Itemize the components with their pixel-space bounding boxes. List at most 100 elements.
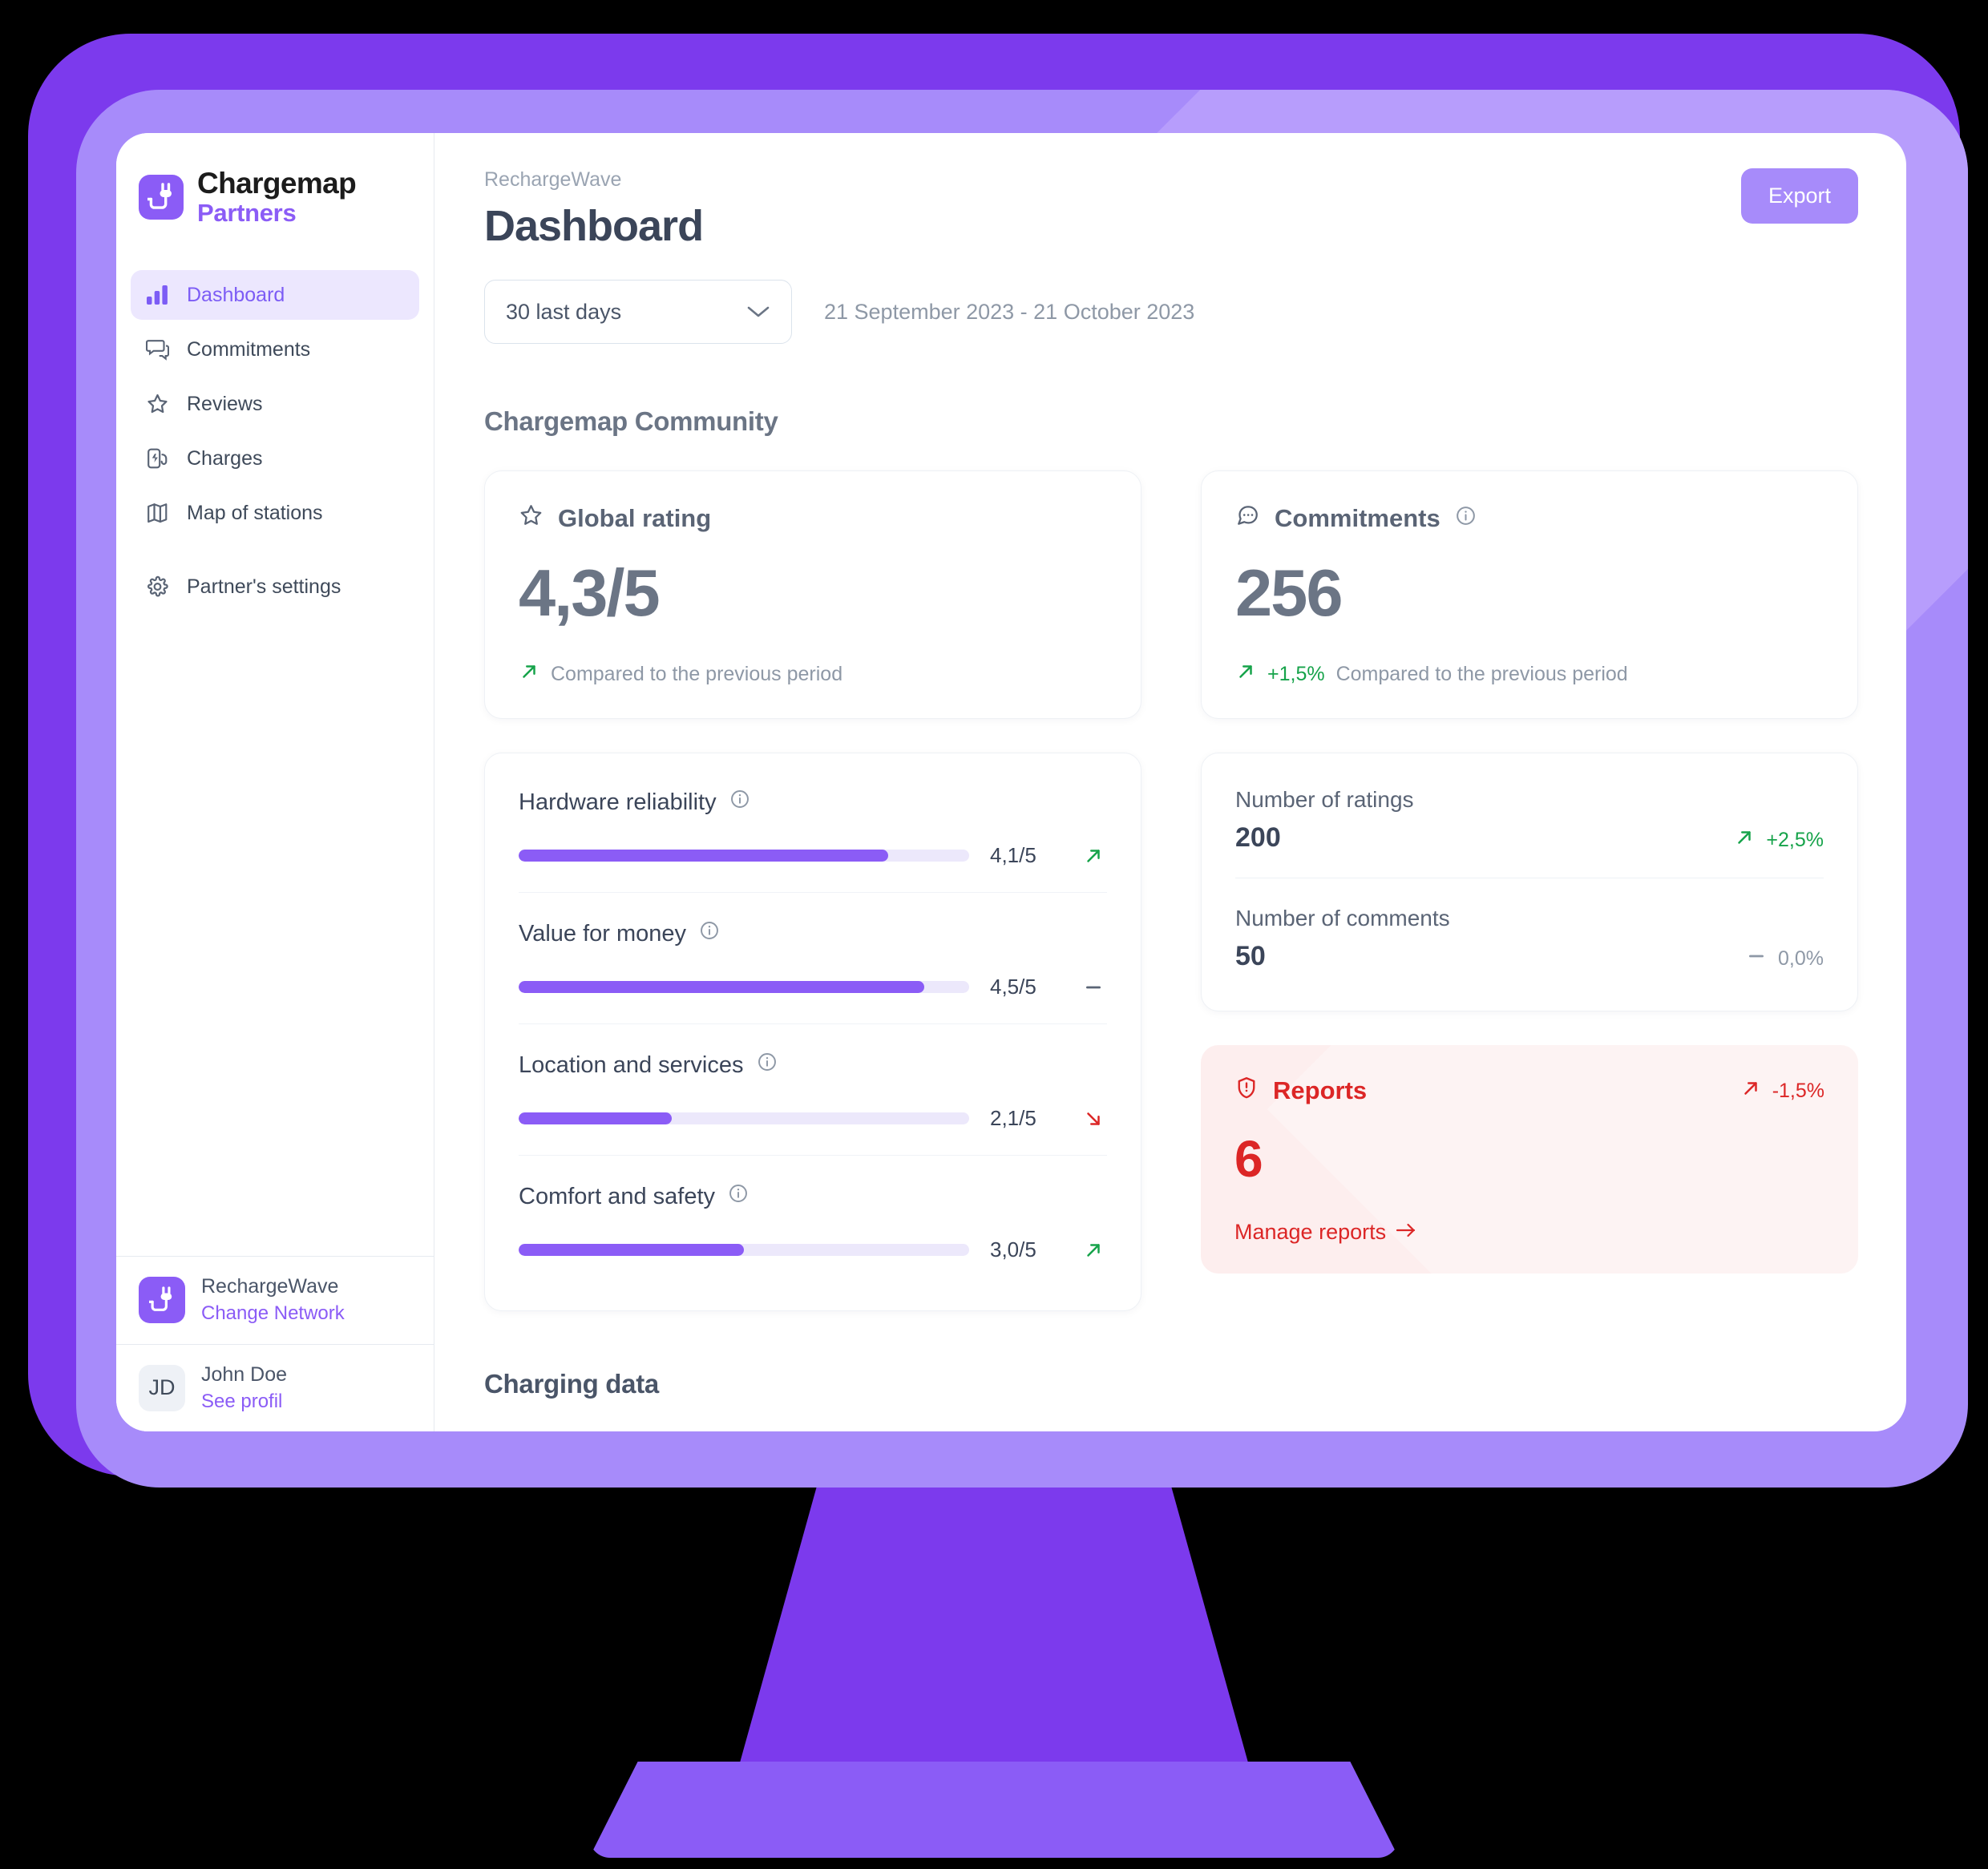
network-info: RechargeWave Change Network	[201, 1274, 345, 1326]
brand-name-line2: Partners	[197, 199, 297, 227]
sidebar-item-partners-settings[interactable]: Partner's settings	[131, 562, 419, 612]
rating-label: Location and services	[519, 1052, 744, 1078]
reports-title: Reports	[1273, 1076, 1368, 1105]
scene: Chargemap Partners Dashboard Commitments…	[0, 0, 1988, 1869]
map-icon	[145, 501, 169, 525]
brand-logo[interactable]: Chargemap Partners	[116, 133, 434, 225]
sidebar-item-reviews[interactable]: Reviews	[131, 379, 419, 429]
rating-label-row: Hardware reliability	[519, 789, 1107, 816]
global-rating-comparison: Compared to the previous period	[519, 661, 1107, 688]
sidebar-footer: RechargeWave Change Network JD John Doe …	[116, 1256, 434, 1431]
global-rating-value: 4,3/5	[519, 555, 661, 631]
manage-reports-link[interactable]: Manage reports	[1234, 1220, 1824, 1245]
info-icon[interactable]	[699, 920, 720, 947]
rating-value: 3,0/5	[990, 1237, 1036, 1262]
period-select[interactable]: 30 last days	[484, 280, 792, 345]
filters-row: 30 last days 21 September 2023 - 21 Octo…	[484, 280, 1858, 345]
reports-header: Reports	[1234, 1076, 1367, 1106]
breadcrumb: RechargeWave	[484, 168, 622, 191]
arrow-down-right-icon	[1080, 1108, 1107, 1129]
reports-header-row: Reports -1,5%	[1234, 1076, 1824, 1106]
charging-station-icon	[145, 446, 169, 470]
rating-bar-line: 3,0/5	[519, 1237, 1107, 1262]
rating-breakdown-card: Hardware reliability 4,1/5 Value for mon…	[484, 753, 1141, 1312]
reports-delta: -1,5%	[1740, 1078, 1824, 1104]
arrow-up-right-icon	[519, 661, 539, 688]
sidebar-item-label: Charges	[187, 446, 263, 470]
change-network-link[interactable]: Change Network	[201, 1301, 345, 1326]
date-range-label: 21 September 2023 - 21 October 2023	[824, 299, 1195, 324]
gear-icon	[145, 575, 169, 599]
stat-name: Number of comments	[1235, 906, 1450, 931]
user-name: John Doe	[201, 1362, 288, 1386]
sidebar-item-dashboard[interactable]: Dashboard	[131, 270, 419, 320]
stat-bottom: 50 0,0%	[1235, 941, 1824, 972]
commitments-delta: +1,5%	[1267, 663, 1325, 686]
stat-delta-value: +2,5%	[1766, 829, 1824, 852]
progress-fill	[519, 1244, 744, 1257]
network-switcher[interactable]: RechargeWave Change Network	[116, 1257, 434, 1345]
rating-row: Location and services 2,1/5	[519, 1024, 1107, 1157]
reports-value: 6	[1234, 1130, 1263, 1189]
sidebar-item-charges[interactable]: Charges	[131, 434, 419, 483]
sidebar-nav: Dashboard Commitments Reviews Charges Ma…	[116, 270, 434, 616]
rating-value: 2,1/5	[990, 1106, 1036, 1131]
network-name: RechargeWave	[201, 1275, 339, 1298]
rating-bar-line: 4,1/5	[519, 843, 1107, 868]
star-icon	[519, 503, 543, 534]
progress-track	[519, 1244, 969, 1257]
info-icon[interactable]	[729, 789, 750, 816]
sidebar-item-label: Map of stations	[187, 501, 323, 524]
commitments-title: Commitments	[1275, 504, 1440, 533]
info-icon[interactable]	[757, 1052, 778, 1079]
page-title: Dashboard	[484, 202, 704, 250]
brand-text: Chargemap Partners	[197, 167, 357, 227]
see-profile-link[interactable]: See profil	[201, 1389, 287, 1414]
export-button[interactable]: Export	[1740, 168, 1858, 224]
stat-value: 50	[1235, 941, 1266, 972]
rating-label: Hardware reliability	[519, 789, 717, 815]
sidebar-item-label: Partner's settings	[187, 575, 341, 598]
rating-label: Comfort and safety	[519, 1183, 715, 1209]
info-icon[interactable]	[728, 1183, 749, 1210]
sidebar-item-commitments[interactable]: Commitments	[131, 325, 419, 374]
commitments-header: Commitments	[1235, 503, 1824, 534]
brand-name-line1: Chargemap	[197, 167, 357, 200]
progress-fill	[519, 850, 888, 862]
dashboard-grid: Global rating 4,3/5 Compared to the prev…	[484, 470, 1858, 1312]
stat-delta: +2,5%	[1734, 827, 1824, 854]
stat-delta: 0,0%	[1746, 946, 1824, 972]
sidebar-item-label: Commitments	[187, 337, 311, 361]
arrow-up-right-icon	[1235, 661, 1256, 688]
stat-row: Number of comments 50 0,0%	[1235, 878, 1824, 996]
sidebar: Chargemap Partners Dashboard Commitments…	[116, 133, 434, 1431]
stat-row: Number of ratings 200 +2,5%	[1235, 760, 1824, 879]
rating-label-row: Value for money	[519, 920, 1107, 947]
commitments-card: Commitments 256 +1,5% Compared to the pr	[1201, 470, 1858, 720]
dash-icon	[1080, 977, 1107, 998]
reports-card[interactable]: Reports -1,5% 6 Manage reports	[1201, 1045, 1858, 1274]
rating-bar-line: 4,5/5	[519, 975, 1107, 999]
progress-track	[519, 981, 969, 994]
section-title-community: Chargemap Community	[484, 406, 778, 437]
rating-value: 4,5/5	[990, 975, 1036, 999]
bar-chart-icon	[145, 283, 169, 307]
comparison-text: Compared to the previous period	[551, 663, 843, 686]
stat-bottom: 200 +2,5%	[1235, 822, 1824, 854]
user-profile[interactable]: JD John Doe See profil	[116, 1345, 434, 1431]
arrow-right-icon	[1396, 1220, 1416, 1245]
rating-row: Hardware reliability 4,1/5	[519, 761, 1107, 894]
sidebar-item-label: Reviews	[187, 392, 263, 415]
progress-fill	[519, 1112, 673, 1125]
rating-row: Value for money 4,5/5	[519, 893, 1107, 1025]
reports-delta-value: -1,5%	[1772, 1079, 1824, 1102]
monitor-stand-base	[589, 1762, 1399, 1858]
progress-fill	[519, 981, 924, 994]
progress-track	[519, 1112, 969, 1125]
counts-card: Number of ratings 200 +2,5% Number of co…	[1201, 753, 1858, 1012]
info-icon[interactable]	[1455, 504, 1477, 533]
rating-label-row: Comfort and safety	[519, 1183, 1107, 1210]
sidebar-item-map-of-stations[interactable]: Map of stations	[131, 488, 419, 538]
chat-bubble-dots-icon	[1235, 503, 1260, 534]
